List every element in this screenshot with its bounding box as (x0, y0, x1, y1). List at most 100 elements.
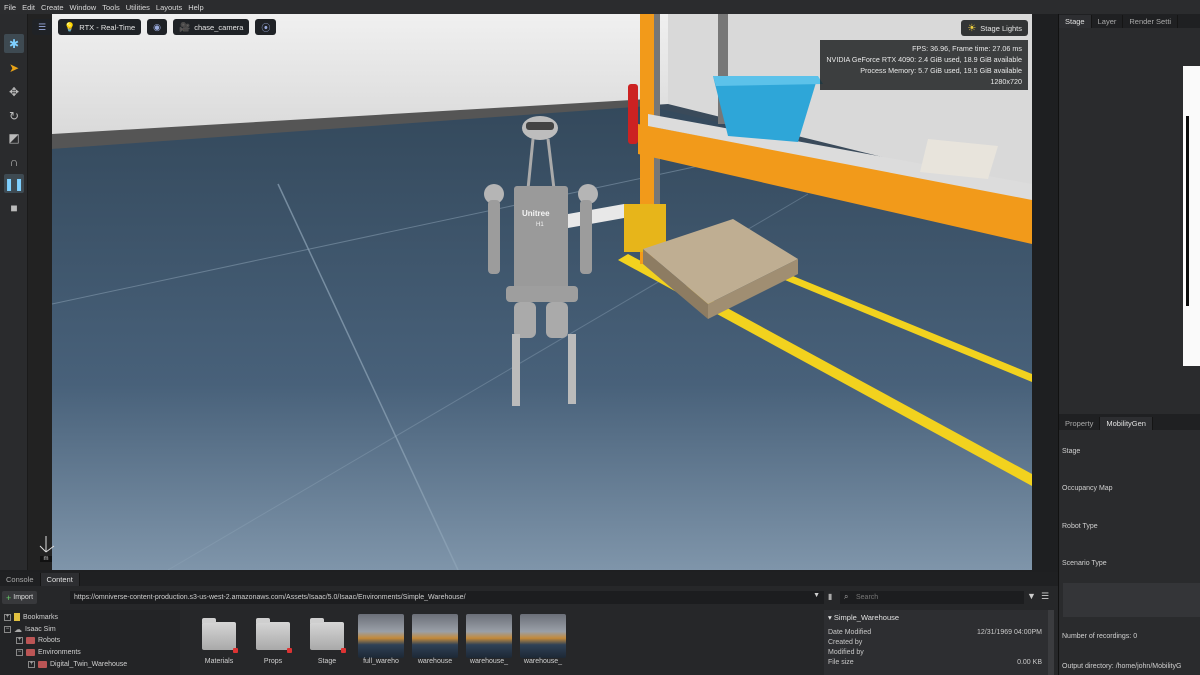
menu-window[interactable]: Window (70, 3, 97, 12)
asset-item[interactable]: warehouse (412, 614, 458, 668)
scale-tool-icon[interactable]: ◩ (4, 128, 24, 147)
url-field[interactable]: https://omniverse-content-production.s3-… (70, 591, 824, 604)
move-tool-icon[interactable]: ✥ (4, 82, 24, 101)
recordings-count: Number of recordings: 0 (1062, 633, 1138, 640)
tab-property[interactable]: Property (1059, 417, 1101, 430)
pause-icon[interactable]: ❚❚ (4, 174, 24, 193)
stage-tabs: Stage Layer Render Setti (1059, 14, 1200, 28)
camera-button[interactable]: 🎥 chase_camera (173, 19, 250, 35)
scenario-input[interactable] (1063, 583, 1200, 617)
tree-isaac-sim[interactable]: − ☁ Isaac Sim (4, 625, 56, 634)
lock-icon (233, 648, 238, 653)
viewport-settings-button[interactable]: ☰ (32, 19, 53, 35)
tab-layer[interactable]: Layer (1092, 15, 1124, 28)
snap-tool-icon[interactable]: ∩ (4, 152, 24, 171)
tree-robots[interactable]: + Robots (16, 637, 60, 644)
property-tabs: Property MobilityGen (1059, 414, 1200, 430)
folder-icon (26, 649, 35, 656)
date-modified-label: Date Modified (828, 629, 872, 636)
folder-icon (256, 618, 290, 650)
asset-item[interactable]: Materials (196, 614, 242, 668)
fire-extinguisher (628, 84, 638, 144)
tab-content[interactable]: Content (40, 573, 80, 586)
unit-label: m (40, 556, 52, 562)
folder-icon (202, 618, 236, 650)
record-button[interactable]: ⦿ (255, 19, 277, 35)
folder-icon (310, 618, 344, 650)
file-size-label: File size (828, 659, 854, 666)
thumbnail (520, 614, 566, 658)
menu-help[interactable]: Help (188, 3, 203, 12)
stage-lights-button[interactable]: ☀ Stage Lights (961, 20, 1028, 36)
memory-text: Process Memory: 5.7 GiB used, 19.5 GiB a… (860, 66, 1022, 75)
asset-item[interactable]: warehouse_ (466, 614, 512, 668)
stage-row-label: Stage (1062, 448, 1081, 455)
thumbnail (412, 614, 458, 658)
list-view-icon[interactable]: ☰ (1041, 591, 1049, 602)
viewport[interactable]: Unitree H1 ☰ 💡 RTX - Real-Time ◉ 🎥 chase_c… (28, 14, 1032, 570)
chevron-down-icon[interactable]: ▼ (813, 592, 820, 599)
viewport-toolbar: ☰ 💡 RTX - Real-Time ◉ 🎥 chase_camera ⦿ (32, 19, 277, 35)
menu-utilities[interactable]: Utilities (126, 3, 150, 12)
tab-stage[interactable]: Stage (1059, 15, 1092, 28)
filter-icon[interactable]: ▼ (1027, 591, 1036, 601)
shelf-box (920, 139, 998, 179)
sun-icon: ☀ (967, 22, 977, 34)
cloud-icon: ☁ (14, 625, 22, 634)
robot-type-label: Robot Type (1062, 523, 1098, 530)
asset-item[interactable]: Props (250, 614, 296, 668)
lightbulb-icon: 💡 (64, 21, 76, 32)
details-panel: ▾ Simple_Warehouse Date Modified 12/31/1… (824, 610, 1048, 675)
hamburger-icon: ☰ (38, 21, 47, 32)
gpu-text: NVIDIA GeForce RTX 4090: 2.4 GiB used, 1… (826, 55, 1022, 64)
camera-label: chase_camera (194, 22, 244, 32)
folder-icon (38, 661, 47, 668)
render-mode-button[interactable]: 💡 RTX - Real-Time (58, 19, 142, 35)
folder-icon (26, 637, 35, 644)
bookmark-icon[interactable]: ▮ (828, 592, 832, 601)
details-scrollbar[interactable] (1048, 610, 1054, 675)
asset-item[interactable]: warehouse_ (520, 614, 566, 668)
tree-digital-twin[interactable]: + Digital_Twin_Warehouse (28, 661, 127, 668)
menu-layouts[interactable]: Layouts (156, 3, 182, 12)
asset-item[interactable]: full_wareho (358, 614, 404, 668)
bottom-tabs: Console Content (0, 572, 1058, 586)
tab-mobilitygen[interactable]: MobilityGen (1100, 417, 1153, 430)
render-mode-label: RTX - Real-Time (79, 22, 136, 32)
search-placeholder: Search (856, 594, 879, 601)
search-icon: ⌕ (844, 592, 849, 601)
omni-logo-icon[interactable]: ✱ (4, 34, 24, 53)
scenario-type-label: Scenario Type (1062, 560, 1107, 567)
tree-environments[interactable]: − Environments (16, 649, 81, 656)
select-tool-icon[interactable]: ➤ (4, 58, 24, 77)
stage-preview-bar (1186, 116, 1189, 306)
menu-edit[interactable]: Edit (22, 3, 35, 12)
resolution-text: 1280x720 (990, 77, 1022, 86)
import-button[interactable]: + Import (2, 591, 38, 604)
menu-tools[interactable]: Tools (102, 3, 120, 12)
right-panel: Stage Layer Render Setti Property Mobili… (1058, 14, 1200, 675)
stage-tree[interactable] (1059, 28, 1200, 420)
menu-file[interactable]: File (4, 3, 16, 12)
search-input[interactable]: ⌕ Search (840, 591, 1024, 604)
menu-bar: File Edit Create Window Tools Utilities … (0, 0, 1200, 14)
bookmark-folder-icon (14, 613, 20, 621)
modified-by-label: Modified by (828, 649, 864, 656)
rotate-tool-icon[interactable]: ↻ (4, 106, 24, 125)
stop-icon[interactable]: ■ (4, 198, 24, 217)
tab-console[interactable]: Console (0, 573, 41, 586)
tab-render-settings[interactable]: Render Setti (1123, 15, 1179, 28)
path-bar: + Import https://omniverse-content-produc… (0, 591, 1058, 605)
visibility-button[interactable]: ◉ (147, 19, 167, 35)
thumbnail (358, 614, 404, 658)
robot-brand-label: Unitree (522, 209, 550, 218)
asset-item[interactable]: Stage (304, 614, 350, 668)
date-modified-value: 12/31/1969 04:00PM (977, 629, 1042, 636)
axis-gizmo-icon (39, 536, 55, 553)
mobilitygen-panel: Stage Occupancy Map Robot Type Scenario … (1059, 430, 1200, 675)
fps-text: FPS: 36.96, Frame time: 27.06 ms (912, 44, 1022, 53)
menu-create[interactable]: Create (41, 3, 64, 12)
left-edge (28, 14, 52, 570)
viewport-scene: Unitree H1 (28, 14, 1032, 570)
tree-bookmarks[interactable]: + Bookmarks (4, 613, 58, 621)
